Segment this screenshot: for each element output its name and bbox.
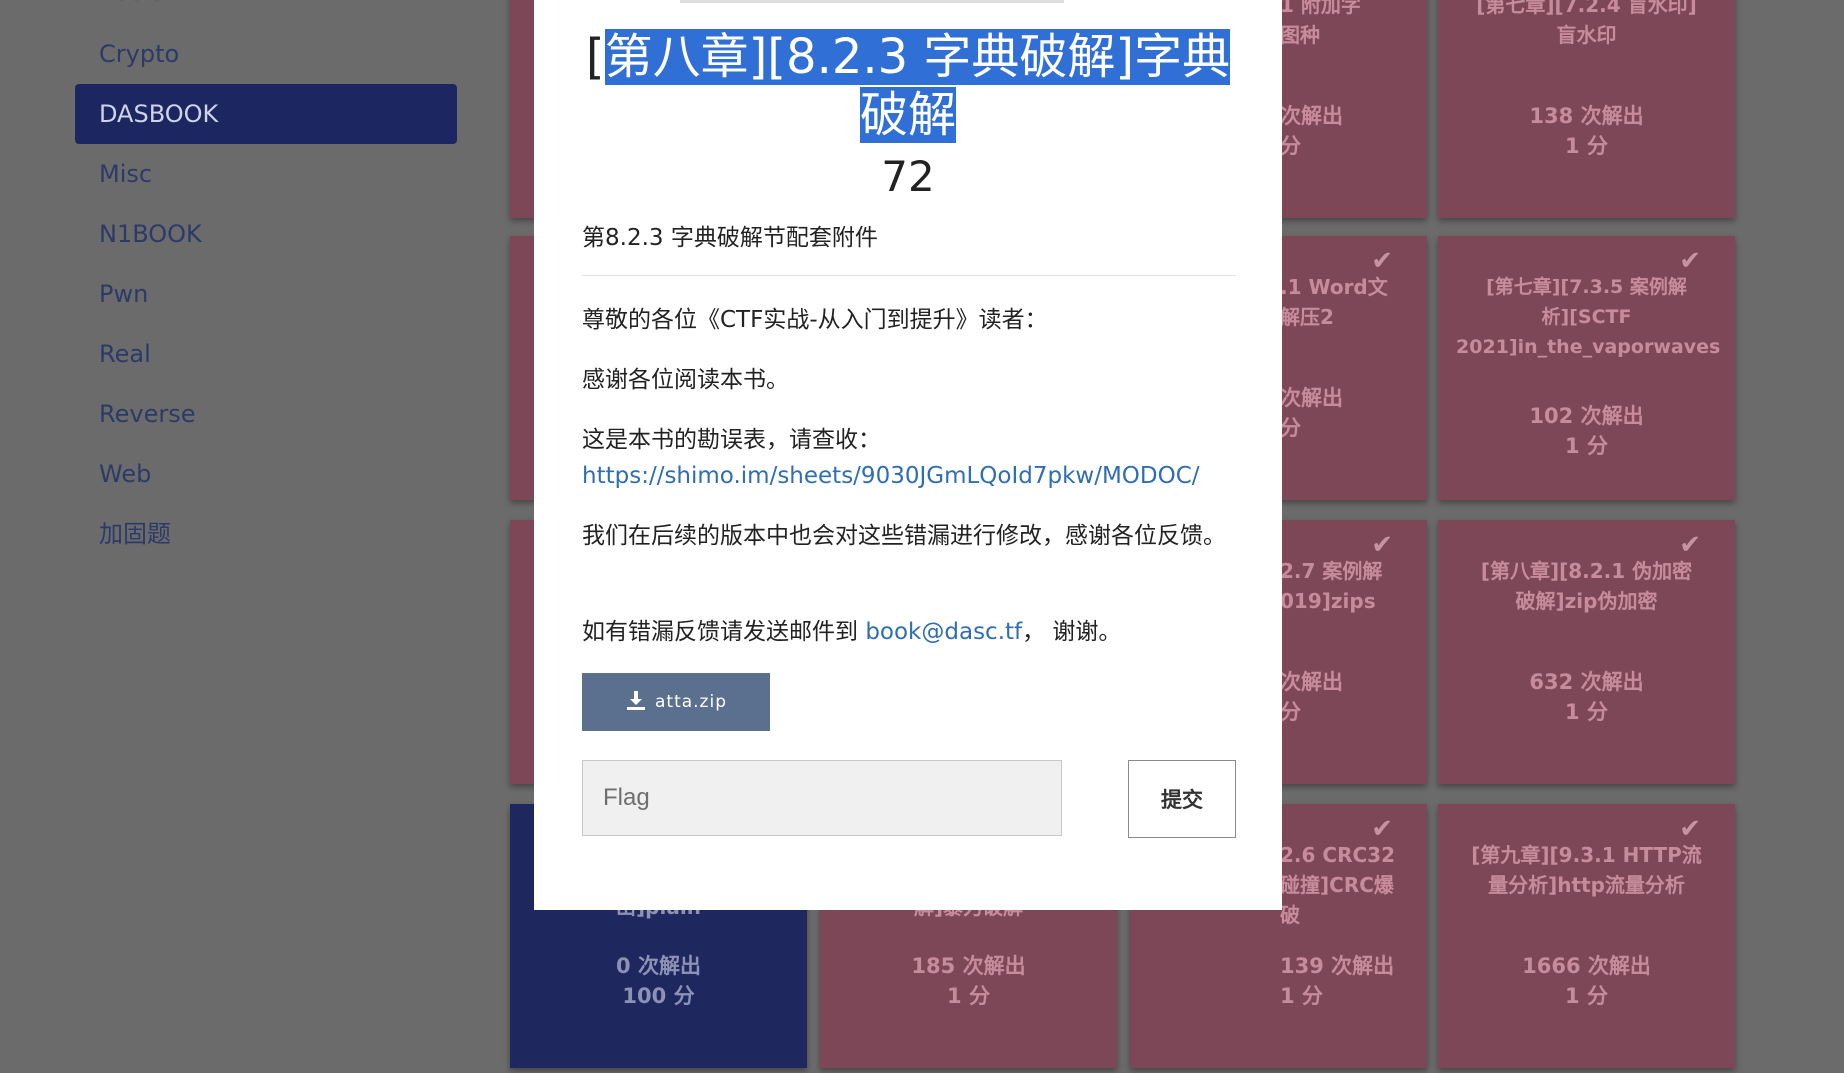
sidebar-item-web[interactable]: Web [75,444,457,504]
category-sidebar: Basic Crypto DASBOOK Misc N1BOOK Pwn Rea… [0,0,470,1073]
challenge-points: 1 分 [1565,434,1608,458]
sidebar-item-basic[interactable]: Basic [75,0,457,22]
description-thanks: 感谢各位阅读本书。 [582,367,789,393]
challenge-solves: 138 次解出 [1529,104,1644,128]
challenge-solves: 次解出 [1280,670,1343,694]
flag-input[interactable] [582,760,1062,836]
challenge-solves: 139 次解出 [1280,954,1395,978]
title-selected-text: 第八章][8.2.3 字典破解]字典破解 [604,29,1231,143]
email-link[interactable]: book@dasc.tf [865,619,1022,645]
description-greeting: 尊敬的各位《CTF实战-从入门到提升》读者： [582,307,1048,333]
challenge-card[interactable]: ✔ [第八章][8.2.1 伪加密 破解]zip伪加密 632 次解出 1 分 [1438,520,1735,784]
challenge-name: [第七章][7.2.4 盲水印] 盲水印 [1476,0,1697,47]
errata-link[interactable]: https://shimo.im/sheets/9030JGmLQoId7pkw… [582,463,1200,489]
sidebar-item-dasbook[interactable]: DASBOOK [75,84,457,144]
challenge-card[interactable]: ✔ [第九章][9.3.1 HTTP流 量分析]http流量分析 1666 次解… [1438,804,1735,1068]
sidebar-item-pwn[interactable]: Pwn [75,264,457,324]
challenge-subtitle: 第8.2.3 字典破解节配套附件 [582,225,878,251]
challenge-solves: 1666 次解出 [1522,954,1651,978]
challenge-name: 2.7 案例解 019]zips [1280,559,1383,613]
contact-text: 如有错漏反馈请发送邮件到 [582,619,858,645]
submit-button[interactable]: 提交 [1128,760,1236,838]
sidebar-item-misc[interactable]: Misc [75,144,457,204]
challenge-points: 1 分 [1565,984,1608,1008]
sidebar-item-real[interactable]: Real [75,324,457,384]
challenge-name: 2.6 CRC32 碰撞]CRC爆破 [1280,843,1395,927]
challenge-solves: 次解出 [1280,104,1343,128]
challenge-name: [第七章][7.3.5 案例解 析][SCTF 2021]in_the_vapo… [1456,276,1721,358]
challenge-points: 分 [1280,700,1301,724]
challenge-solves: 102 次解出 [1529,404,1644,428]
title-prefix: [ [585,29,605,85]
description-errata: 这是本书的勘误表，请查收： https://shimo.im/sheets/90… [582,422,1236,494]
challenge-solves: 185 次解出 [911,954,1026,978]
challenge-points: 1 分 [947,984,990,1008]
challenge-modal: [第八章][8.2.3 字典破解]字典破解 72 第8.2.3 字典破解节配套附… [534,0,1282,910]
contact-thanks: ， 谢谢。 [1022,619,1122,645]
divider [582,275,1236,276]
download-attachment-button[interactable]: atta.zip [582,673,770,731]
challenge-solves: 632 次解出 [1529,670,1644,694]
challenge-card[interactable]: ✔ [第七章][7.3.5 案例解 析][SCTF 2021]in_the_va… [1438,236,1735,500]
challenge-points: 1 分 [1565,134,1608,158]
challenge-name: 1 附加字 图种 [1280,0,1361,47]
modal-tab-underline [680,0,1064,3]
challenge-points: 1 分 [1565,700,1608,724]
challenge-title: [第八章][8.2.3 字典破解]字典破解 [576,28,1240,144]
errata-text: 这是本书的勘误表，请查收： [582,427,881,453]
description-revision: 我们在后续的版本中也会对这些错漏进行修改，感谢各位反馈。 [582,523,1226,549]
challenge-name: [第八章][8.2.1 伪加密 破解]zip伪加密 [1480,559,1693,613]
download-label: atta.zip [654,692,727,712]
challenge-points: 1 分 [1280,984,1323,1008]
sidebar-item-crypto[interactable]: Crypto [75,24,457,84]
challenge-name: [第九章][9.3.1 HTTP流 量分析]http流量分析 [1471,843,1702,897]
challenge-score: 72 [881,152,935,201]
sidebar-item-n1book[interactable]: N1BOOK [75,204,457,264]
challenge-name: .1 Word文 解压2 [1280,275,1388,329]
challenge-points: 分 [1280,134,1301,158]
description-contact: 如有错漏反馈请发送邮件到 book@dasc.tf， 谢谢。 [582,614,1236,650]
download-icon [625,689,647,716]
challenge-card[interactable]: ✔ [第七章][7.2.4 盲水印] 盲水印 138 次解出 1 分 [1438,0,1735,218]
challenge-solves: 次解出 [1280,386,1343,410]
challenge-solves: 0 次解出 [616,954,701,978]
sidebar-item-reverse[interactable]: Reverse [75,384,457,444]
challenge-points: 分 [1280,416,1301,440]
sidebar-item-hardening[interactable]: 加固题 [75,504,457,564]
challenge-points: 100 分 [622,984,695,1008]
